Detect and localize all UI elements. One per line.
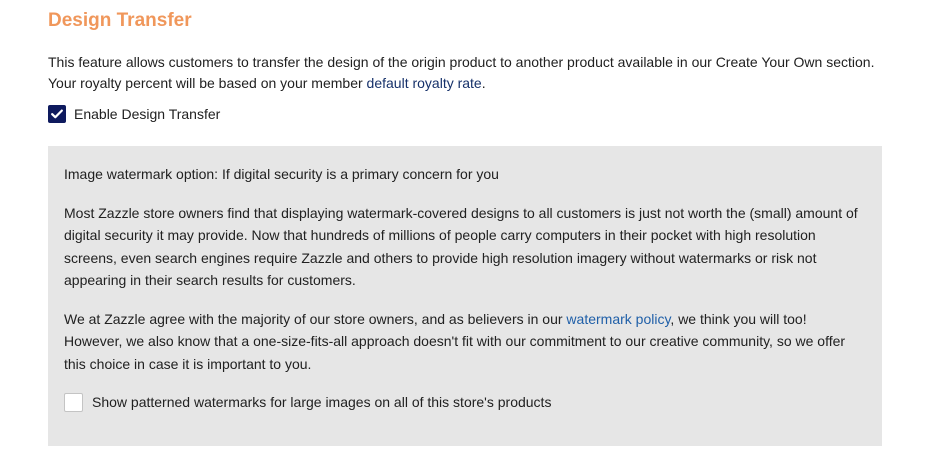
enable-design-transfer-row[interactable]: Enable Design Transfer (48, 104, 220, 124)
default-royalty-rate-link[interactable]: default royalty rate (367, 75, 482, 91)
policy-text-prefix: We at Zazzle agree with the majority of … (64, 310, 567, 327)
checkmark-icon (51, 109, 63, 119)
watermark-policy-text: We at Zazzle agree with the majority of … (64, 308, 866, 376)
watermark-explanation-text: Most Zazzle store owners find that displ… (64, 204, 858, 289)
intro-line2-suffix: . (481, 75, 486, 91)
intro-line1: This feature allows customers to transfe… (48, 54, 875, 70)
watermark-lead-text: Image watermark option: If digital secur… (64, 166, 499, 182)
enable-design-transfer-label: Enable Design Transfer (74, 106, 221, 122)
show-watermarks-row[interactable]: Show patterned watermarks for large imag… (64, 391, 866, 413)
watermark-options-panel: Image watermark option: If digital secur… (48, 146, 882, 446)
intro-line2-prefix: Your royalty percent will be based on yo… (48, 75, 367, 91)
intro-text: This feature allows customers to transfe… (48, 52, 908, 94)
show-watermarks-label: Show patterned watermarks for large imag… (92, 394, 552, 410)
watermark-policy-link[interactable]: watermark policy (566, 311, 670, 327)
show-watermarks-checkbox[interactable] (64, 392, 83, 412)
section-title: Design Transfer (48, 10, 192, 31)
enable-design-transfer-checkbox[interactable] (48, 105, 66, 123)
